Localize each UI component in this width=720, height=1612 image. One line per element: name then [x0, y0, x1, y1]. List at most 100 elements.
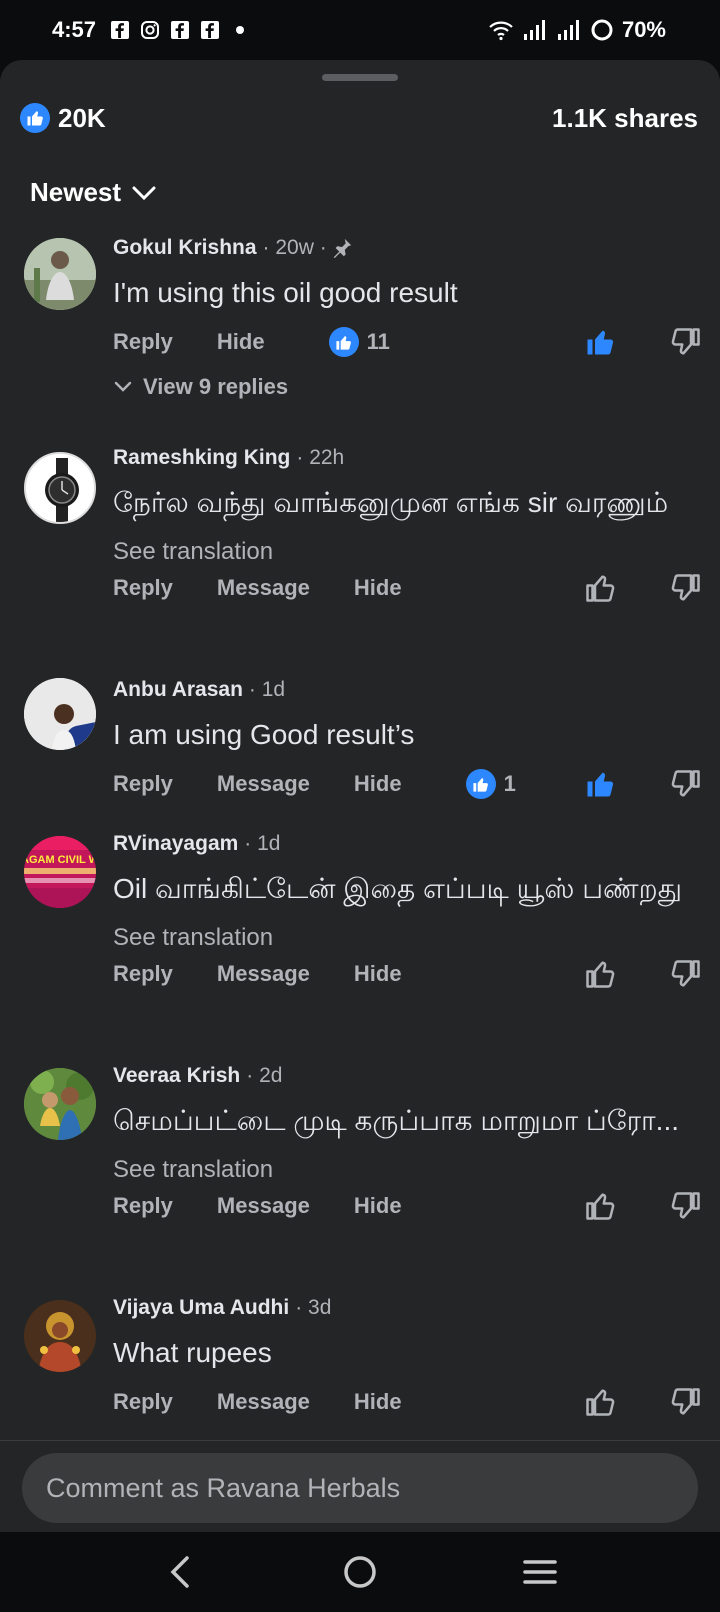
reply-button[interactable]: Reply	[113, 1389, 173, 1415]
thumbs-down-icon	[671, 770, 700, 797]
home-button[interactable]	[336, 1548, 384, 1596]
comment: Vijaya Uma Audhi · 3d What rupees Reply …	[0, 1296, 720, 1456]
like-count[interactable]: 1	[465, 769, 516, 799]
comment-text: Oil வாங்கிட்டேன் இதை எப்படி யூஸ் பண்றது	[113, 873, 683, 904]
upvote-button[interactable]	[584, 1386, 616, 1418]
upvote-button[interactable]	[584, 768, 616, 800]
comment-body: Vijaya Uma Audhi · 3d What rupees Reply …	[113, 1296, 700, 1420]
comment-actions: Reply Message Hide	[113, 570, 700, 606]
instagram-icon	[141, 21, 160, 39]
hide-button[interactable]: Hide	[354, 575, 402, 601]
reply-button[interactable]: Reply	[113, 961, 173, 987]
recents-button[interactable]	[516, 1548, 564, 1596]
drag-handle[interactable]	[322, 74, 398, 81]
message-button[interactable]: Message	[217, 961, 310, 987]
downvote-button[interactable]	[670, 958, 702, 990]
message-button[interactable]: Message	[217, 1389, 310, 1415]
avatar[interactable]	[24, 452, 96, 524]
hide-button[interactable]: Hide	[354, 771, 402, 797]
comment-text: செமப்பட்டை முடி கருப்பாக மாறுமா ப்ரோ...	[113, 1105, 680, 1136]
shares-count[interactable]: 1.1K shares	[552, 103, 698, 134]
thumbs-up-filled-icon	[587, 772, 614, 797]
see-translation-link[interactable]: See translation	[113, 538, 690, 566]
chevron-down-icon	[132, 186, 156, 200]
status-left: 4:57	[52, 17, 250, 43]
comment-input[interactable]: Comment as Ravana Herbals	[22, 1453, 698, 1523]
downvote-button[interactable]	[670, 1190, 702, 1222]
status-bar: 4:57 70%	[0, 0, 720, 60]
status-time: 4:57	[52, 17, 97, 42]
like-reaction-icon	[328, 327, 359, 357]
avatar[interactable]: AGAM CIVIL W	[24, 836, 96, 908]
comment-meta: · 20w ·	[263, 236, 353, 260]
facebook-icon	[171, 21, 190, 39]
hide-button[interactable]: Hide	[354, 1193, 402, 1219]
commenter-name[interactable]: RVinayagam	[113, 832, 238, 856]
thumbs-up-filled-icon	[587, 330, 614, 355]
like-reaction-icon	[465, 769, 496, 799]
view-replies-link[interactable]: View 9 replies	[113, 374, 690, 400]
signal-icon	[557, 20, 579, 40]
reply-button[interactable]: Reply	[113, 329, 173, 355]
downvote-button[interactable]	[670, 572, 702, 604]
commenter-name[interactable]: Gokul Krishna	[113, 236, 257, 260]
back-chevron-icon	[170, 1556, 189, 1588]
commenter-name[interactable]: Anbu Arasan	[113, 678, 243, 702]
facebook-icon	[201, 21, 220, 39]
reaction-count[interactable]: 20K	[58, 103, 106, 134]
commenter-name[interactable]: Veeraa Krish	[113, 1064, 240, 1088]
chevron-down-icon	[114, 381, 132, 392]
comment-body: Veeraa Krish · 2d செமப்பட்டை முடி கருப்ப…	[113, 1064, 700, 1224]
comment: Anbu Arasan · 1d I am using Good result’…	[0, 678, 720, 832]
comment-input-placeholder: Comment as Ravana Herbals	[46, 1472, 401, 1503]
downvote-button[interactable]	[670, 1386, 702, 1418]
comment-body: Rameshking King · 22h நேர்ல வந்து வாங்கன…	[113, 446, 700, 606]
comment-actions: Reply Message Hide	[113, 1384, 700, 1420]
comment-list: Gokul Krishna · 20w · I'm using this oil…	[0, 236, 720, 1456]
comment-actions: Reply Message Hide	[113, 1188, 700, 1224]
comment: Veeraa Krish · 2d செமப்பட்டை முடி கருப்ப…	[0, 1064, 720, 1296]
reply-button[interactable]: Reply	[113, 1193, 173, 1219]
upvote-button[interactable]	[584, 958, 616, 990]
comment-actions: Reply Hide 11	[113, 324, 700, 360]
comment: AGAM CIVIL W RVinayagam · 1d Oil வாங்கிட…	[0, 832, 720, 1064]
comments-sheet: 20K 1.1K shares Newest Gokul Krishna · 2…	[0, 60, 720, 1532]
message-button[interactable]: Message	[217, 575, 310, 601]
hide-button[interactable]: Hide	[217, 329, 265, 355]
comment-header: Gokul Krishna · 20w ·	[113, 236, 690, 266]
back-button[interactable]	[156, 1548, 204, 1596]
hide-button[interactable]: Hide	[354, 961, 402, 987]
see-translation-link[interactable]: See translation	[113, 1156, 690, 1184]
see-translation-link[interactable]: See translation	[113, 924, 690, 952]
message-button[interactable]: Message	[217, 1193, 310, 1219]
avatar[interactable]	[24, 1068, 96, 1140]
hide-button[interactable]: Hide	[354, 1389, 402, 1415]
upvote-button[interactable]	[584, 1190, 616, 1222]
comment-text: நேர்ல வந்து வாங்கனுமுன எங்க sir வரணும்	[113, 487, 669, 518]
like-reaction-icon[interactable]	[20, 103, 50, 133]
message-button[interactable]: Message	[217, 771, 310, 797]
thumbs-down-icon	[671, 960, 700, 987]
comment-actions: Reply Message Hide	[113, 956, 700, 992]
sort-label: Newest	[30, 177, 122, 207]
avatar[interactable]	[24, 238, 96, 310]
status-right: 70%	[488, 17, 666, 43]
upvote-button[interactable]	[584, 572, 616, 604]
reply-button[interactable]: Reply	[113, 575, 173, 601]
facebook-icon	[111, 21, 130, 39]
downvote-button[interactable]	[670, 326, 702, 358]
like-count[interactable]: 11	[328, 327, 390, 357]
thumbs-down-icon	[671, 328, 700, 355]
commenter-name[interactable]: Vijaya Uma Audhi	[113, 1296, 289, 1320]
avatar[interactable]	[24, 1300, 96, 1372]
comment-text: I am using Good result’s	[113, 719, 415, 750]
reply-button[interactable]: Reply	[113, 771, 173, 797]
avatar[interactable]	[24, 678, 96, 750]
sort-dropdown[interactable]: Newest	[30, 177, 157, 208]
commenter-name[interactable]: Rameshking King	[113, 446, 290, 470]
upvote-button[interactable]	[584, 326, 616, 358]
battery-percent: 70%	[621, 17, 666, 42]
comment-time: · 22h	[296, 446, 345, 469]
comment-time: · 1d	[244, 832, 281, 855]
downvote-button[interactable]	[670, 768, 702, 800]
